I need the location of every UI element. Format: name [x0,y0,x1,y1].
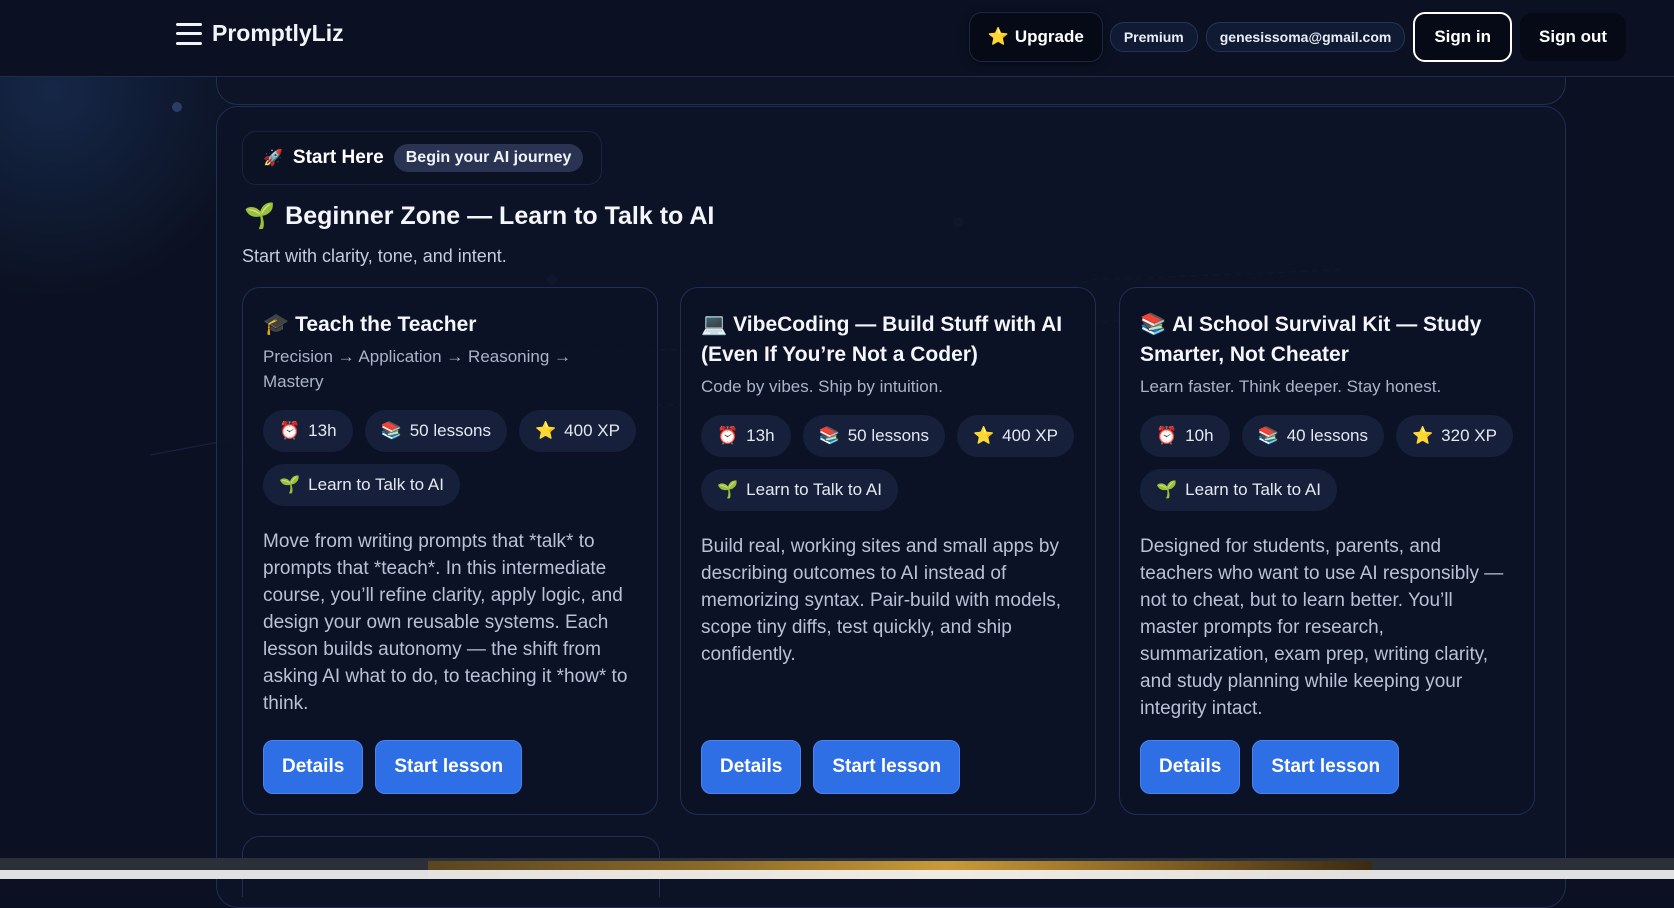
star-icon: ⭐ [1412,426,1434,445]
zone-tag-text: Learn to Talk to AI [1185,480,1321,499]
header-actions: ⭐ Upgrade Premium genesissoma@gmail.com … [969,12,1626,62]
sign-in-button[interactable]: Sign in [1413,12,1513,62]
zone-subtitle: Start with clarity, tone, and intent. [242,246,507,266]
details-button[interactable]: Details [263,740,364,794]
course-subtitle: Code by vibes. Ship by intuition. [701,377,943,396]
zone-tag: 🌱 Learn to Talk to AI [701,469,898,511]
sign-out-button[interactable]: Sign out [1520,13,1626,61]
lessons-stat: 📚 40 lessons [1241,415,1384,457]
duration-stat: ⏰ 13h [701,415,791,457]
course-title[interactable]: 📚 AI School Survival Kit — Study Smarter,… [1140,310,1514,370]
user-email-badge: genesissoma@gmail.com [1205,22,1406,52]
page-footer-edge [0,870,1674,879]
top-navbar: PromptlyLiz ⭐ Upgrade Premium genesissom… [0,0,1674,77]
books-icon: 📚 [1140,313,1167,336]
course-stats: ⏰ 13h 📚 50 lessons ⭐ 400 XP [701,415,1075,457]
seedling-icon: 🌱 [244,202,276,230]
xp-value: 400 XP [564,421,620,440]
xp-stat: ⭐ 320 XP [1396,415,1513,457]
course-card: 💻 VibeCoding — Build Stuff with AI (Even … [680,287,1096,815]
zone-tag: 🌱 Learn to Talk to AI [263,464,460,506]
course-subtitle: Precision → Application → Reasoning → Ma… [263,347,572,391]
course-title-text: Teach the Teacher [295,313,477,336]
brand-name[interactable]: PromptlyLiz [212,20,344,47]
journey-badge: Begin your AI journey [393,144,584,172]
start-lesson-button[interactable]: Start lesson [375,740,523,794]
zone-tag: 🌱 Learn to Talk to AI [1140,469,1337,511]
course-card: 📚 AI School Survival Kit — Study Smarter,… [1119,287,1535,815]
course-subtitle: Learn faster. Think deeper. Stay honest. [1140,377,1442,396]
upgrade-label: Upgrade [1014,27,1084,46]
course-card: 🎓 Teach the Teacher Precision → Applicati… [242,287,658,815]
course-actions: Details Start lesson [263,740,523,794]
premium-badge: Premium [1109,22,1198,52]
brand: PromptlyLiz [176,20,344,47]
xp-stat: ⭐ 400 XP [519,410,636,452]
course-title[interactable]: 💻 VibeCoding — Build Stuff with AI (Even … [701,310,1075,370]
alarm-clock-icon: ⏰ [279,421,301,440]
duration-stat: ⏰ 10h [1140,415,1230,457]
zone-title: 🌱 Beginner Zone — Learn to Talk to AI [244,202,714,231]
star-icon: ⭐ [535,421,557,440]
start-lesson-button[interactable]: Start lesson [813,740,961,794]
seedling-icon: 🌱 [279,475,301,494]
xp-stat: ⭐ 400 XP [957,415,1074,457]
seedling-icon: 🌱 [1156,480,1178,499]
laptop-icon: 💻 [701,313,728,336]
course-description: Build real, working sites and small apps… [701,536,1062,665]
xp-value: 400 XP [1002,426,1058,445]
zone-tag-text: Learn to Talk to AI [308,475,444,494]
course-description: Move from writing prompts that *talk* to… [263,531,628,714]
star-icon: ⭐ [987,27,1009,46]
books-icon: 📚 [1257,426,1279,445]
zone-title-text: Beginner Zone — Learn to Talk to AI [285,202,715,230]
lessons-value: 50 lessons [847,426,929,445]
star-icon: ⭐ [973,426,995,445]
lessons-stat: 📚 50 lessons [364,410,507,452]
bottom-image-strip [0,858,1674,879]
zone-tag-text: Learn to Talk to AI [746,480,882,499]
duration-value: 13h [746,426,775,445]
course-title[interactable]: 🎓 Teach the Teacher [263,310,637,340]
lessons-value: 50 lessons [409,421,491,440]
start-here-title: Start Here [292,147,384,168]
course-title-text: VibeCoding — Build Stuff with AI (Even I… [701,313,1063,366]
course-description: Designed for students, parents, and teac… [1140,536,1504,719]
start-lesson-button[interactable]: Start lesson [1252,740,1400,794]
course-stats: ⏰ 13h 📚 50 lessons ⭐ 400 XP [263,410,637,452]
duration-value: 10h [1185,426,1214,445]
lessons-value: 40 lessons [1286,426,1368,445]
lessons-stat: 📚 50 lessons [802,415,945,457]
course-title-text: AI School Survival Kit — Study Smarter, … [1140,313,1482,366]
hamburger-menu-icon[interactable] [176,22,202,45]
seedling-icon: 🌱 [717,480,739,499]
course-actions: Details Start lesson [701,740,961,794]
alarm-clock-icon: ⏰ [1156,426,1178,445]
duration-value: 13h [308,421,337,440]
books-icon: 📚 [380,421,402,440]
rocket-icon: 🚀 [263,150,283,167]
details-button[interactable]: Details [1140,740,1241,794]
duration-stat: ⏰ 13h [263,410,353,452]
upgrade-button[interactable]: ⭐ Upgrade [969,13,1102,61]
alarm-clock-icon: ⏰ [717,426,739,445]
books-icon: 📚 [818,426,840,445]
course-actions: Details Start lesson [1140,740,1400,794]
start-here-chip: 🚀 Start Here Begin your AI journey [242,131,603,185]
course-stats: ⏰ 10h 📚 40 lessons ⭐ 320 XP [1140,415,1514,457]
graduation-cap-icon: 🎓 [263,313,290,336]
xp-value: 320 XP [1441,426,1497,445]
details-button[interactable]: Details [701,740,802,794]
